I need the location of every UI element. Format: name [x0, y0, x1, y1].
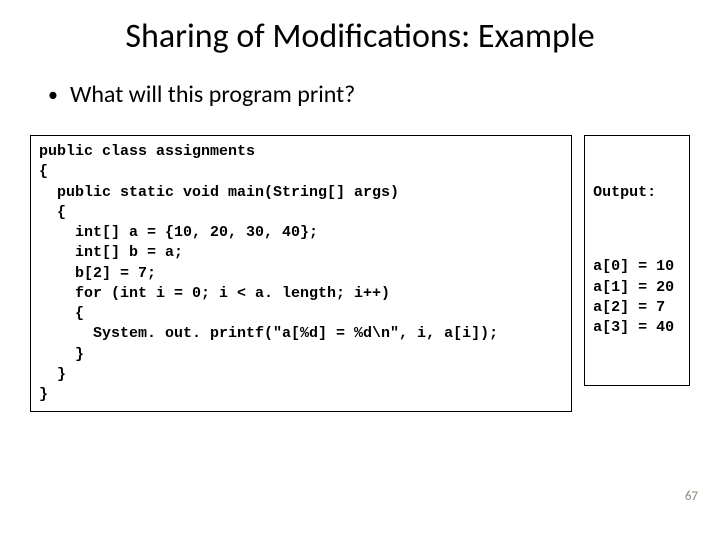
content-row: public class assignments { public static… — [30, 135, 690, 412]
bullet-text: What will this program print? — [70, 81, 355, 109]
output-lines: a[0] = 10 a[1] = 20 a[2] = 7 a[3] = 40 — [593, 257, 681, 338]
bullet-dot-icon: • — [48, 81, 58, 109]
slide-title: Sharing of Modifications: Example — [30, 16, 690, 57]
slide: Sharing of Modifications: Example • What… — [0, 0, 720, 540]
code-block: public class assignments { public static… — [30, 135, 572, 412]
output-heading: Output: — [593, 183, 681, 203]
bullet-item: • What will this program print? — [48, 81, 690, 109]
page-number: 67 — [685, 489, 698, 504]
output-block: Output: a[0] = 10 a[1] = 20 a[2] = 7 a[3… — [584, 135, 690, 386]
